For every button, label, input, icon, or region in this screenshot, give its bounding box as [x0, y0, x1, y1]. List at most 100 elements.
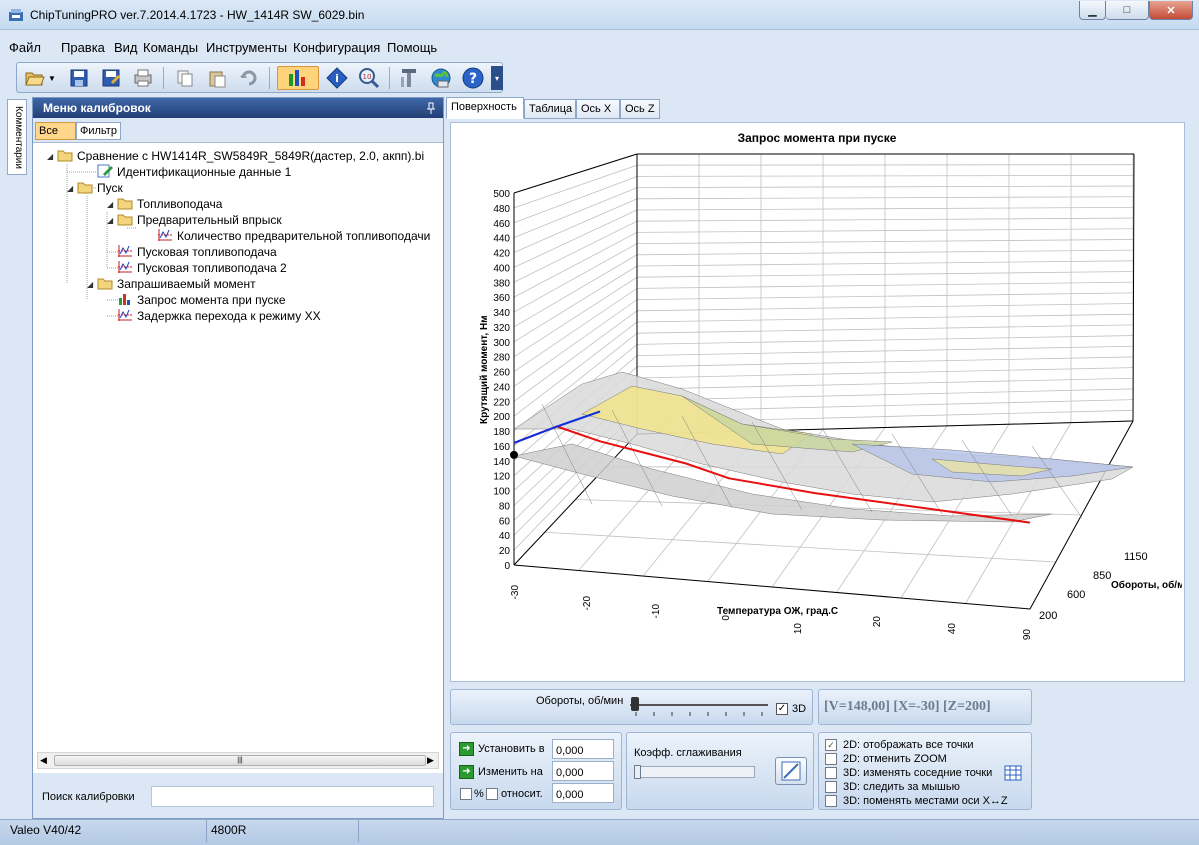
relative-checkbox[interactable] — [486, 788, 498, 800]
option-checkbox-0[interactable]: ✓ — [825, 739, 837, 751]
settings-tools-icon[interactable] — [397, 66, 421, 90]
selected-point — [510, 450, 518, 459]
check-3d[interactable]: ✓ — [776, 703, 788, 715]
option-checkbox-2[interactable] — [825, 767, 837, 779]
tree-item[interactable]: Пусковая топливоподача — [107, 244, 277, 260]
change-label: Изменить на — [478, 766, 543, 778]
tree-expander-icon[interactable]: ◢ — [67, 184, 77, 193]
smooth-button[interactable] — [775, 757, 807, 785]
z-tick-label: 300 — [493, 338, 510, 349]
tree-item-label: Количество предварительной топливоподачи — [177, 229, 431, 243]
change-value-input[interactable] — [552, 761, 614, 781]
grid-table-icon[interactable] — [1004, 765, 1022, 781]
tree-item[interactable]: Пусковая топливоподача 2 — [107, 260, 287, 276]
tree-item[interactable]: ◢ Топливоподача — [107, 196, 222, 212]
grid-line — [513, 422, 638, 551]
tree-item[interactable]: Количество предварительной топливоподачи — [147, 228, 430, 244]
grid-line — [513, 254, 638, 328]
tab-surface[interactable]: Поверхность — [446, 97, 524, 119]
menu-file[interactable]: Файл — [9, 40, 41, 55]
option-checkbox-4[interactable] — [825, 795, 837, 807]
tree-item[interactable]: Запрос момента при пуске — [107, 292, 286, 308]
set-label: Установить в — [478, 743, 545, 755]
relative-value-input[interactable] — [552, 783, 614, 803]
z-tick-label: 120 — [493, 472, 510, 483]
tree-item-label: Идентификационные данные 1 — [117, 165, 292, 179]
tree-expander-icon[interactable]: ◢ — [87, 280, 97, 289]
menu-tools[interactable]: Инструменты — [206, 40, 287, 55]
scroll-thumb[interactable]: ||| — [54, 755, 426, 766]
tree-expander-icon[interactable]: ◢ — [47, 152, 57, 161]
open-dropdown-icon[interactable]: ▼ — [47, 66, 57, 90]
tree-expander-icon[interactable]: ◢ — [107, 200, 117, 209]
menu-commands[interactable]: Команды — [143, 40, 198, 55]
smooth-icon — [781, 761, 801, 781]
help-icon[interactable]: ? — [461, 66, 485, 90]
tab-axis-z[interactable]: Ось Z — [620, 99, 660, 119]
folder-icon — [117, 196, 137, 213]
change-arrow-icon[interactable]: ➜ — [459, 765, 474, 779]
paste-icon[interactable] — [205, 66, 229, 90]
chart-line-icon — [117, 308, 137, 325]
set-value-input[interactable] — [552, 739, 614, 759]
z-tick-label: 60 — [499, 516, 511, 527]
undo-icon[interactable] — [237, 66, 261, 90]
smoothing-slider-track[interactable] — [634, 766, 755, 778]
option-label-3: 3D: следить за мышью — [843, 781, 960, 793]
comments-tab-label: Комментарии — [13, 106, 24, 169]
save-icon[interactable] — [67, 66, 91, 90]
z-tick-label: 240 — [493, 382, 510, 393]
smoothing-slider-thumb[interactable] — [634, 765, 641, 779]
z-tick-label: 80 — [499, 501, 511, 512]
edit-icon — [97, 164, 117, 181]
option-checkbox-3[interactable] — [825, 781, 837, 793]
menu-config[interactable]: Конфигурация — [293, 40, 380, 55]
tab-axis-x[interactable]: Ось X — [576, 99, 620, 119]
rpm-slider-thumb[interactable] — [631, 697, 639, 711]
scroll-left-arrow[interactable]: ◀ — [40, 755, 47, 766]
scroll-right-arrow[interactable]: ▶ — [427, 755, 434, 766]
online-update-icon[interactable] — [429, 66, 453, 90]
z-tick-label: 500 — [493, 189, 510, 200]
tree-item[interactable]: ◢ Предварительный впрыск — [107, 212, 282, 228]
tree-item-label: Запрашиваемый момент — [117, 277, 256, 291]
copy-icon[interactable] — [173, 66, 197, 90]
search-hex-icon[interactable]: 10 — [357, 66, 381, 90]
minimize-button[interactable]: ▁ — [1079, 1, 1106, 20]
rpm-slider-track[interactable] — [630, 704, 768, 706]
tab-table[interactable]: Таблица — [524, 99, 576, 119]
x-tick-label: 10 — [793, 623, 804, 635]
toolbar-options-icon[interactable]: ▾ — [491, 66, 503, 90]
grid-line — [544, 531, 1056, 563]
close-button[interactable]: ✕ — [1149, 1, 1193, 20]
print-icon[interactable] — [131, 66, 155, 90]
tree-horizontal-scrollbar[interactable]: ◀ ||| ▶ — [37, 752, 439, 769]
set-arrow-icon[interactable]: ➜ — [459, 742, 474, 756]
value-readout: [V=148,00] [X=-30] [Z=200] — [818, 689, 1032, 725]
surface-chart[interactable]: 0 20 40 60 80 100 120 140 160 180 200 220 240 260 280 3… — [452, 124, 1182, 680]
maximize-button[interactable]: □ — [1106, 1, 1149, 20]
tree-item[interactable]: ◢ Сравнение с HW1414R_SW5849R_5849R(дасте… — [47, 148, 424, 164]
option-checkbox-1[interactable] — [825, 753, 837, 765]
tree-item[interactable]: ◢ Пуск — [67, 180, 123, 196]
menu-view[interactable]: Вид — [114, 40, 138, 55]
filter-all-button[interactable]: Все — [35, 122, 76, 140]
tree-item[interactable]: Задержка перехода к режиму XX — [107, 308, 321, 324]
pin-icon[interactable] — [426, 102, 436, 114]
search-input[interactable] — [151, 786, 434, 807]
z-tick-label: 0 — [504, 561, 510, 572]
open-icon[interactable] — [23, 66, 47, 90]
z-tick-label: 20 — [499, 546, 511, 557]
menu-help[interactable]: Помощь — [387, 40, 437, 55]
tree-item[interactable]: Идентификационные данные 1 — [87, 164, 291, 180]
percent-checkbox[interactable] — [460, 788, 472, 800]
info-icon[interactable]: i — [325, 66, 349, 90]
save-as-icon[interactable] — [99, 66, 123, 90]
rpm-slider-ticks — [635, 712, 763, 716]
filter-button[interactable]: Фильтр — [76, 122, 121, 140]
tree-item[interactable]: ◢ Запрашиваемый момент — [87, 276, 256, 292]
menu-edit[interactable]: Правка — [61, 40, 105, 55]
chart-line-icon — [117, 260, 137, 277]
chart-view-icon[interactable] — [277, 66, 319, 90]
tree-expander-icon[interactable]: ◢ — [107, 216, 117, 225]
